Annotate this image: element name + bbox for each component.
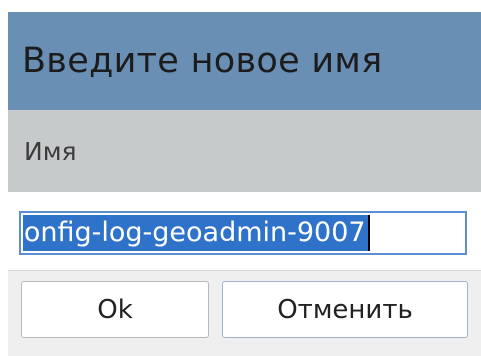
name-field-label: Имя: [24, 136, 77, 166]
cancel-button[interactable]: Отменить: [222, 281, 468, 338]
name-input-content: config-log-geoadmin-9007: [23, 215, 370, 251]
name-input-selected-text: config-log-geoadmin-9007: [23, 215, 368, 251]
rename-dialog: Введите новое имя Имя config-log-geoadmi…: [8, 12, 481, 356]
button-row: Ok Отменить: [8, 271, 481, 356]
dialog-titlebar: Введите новое имя: [8, 12, 481, 110]
dialog-title: Введите новое имя: [22, 41, 383, 81]
text-caret: [367, 215, 370, 251]
input-row: config-log-geoadmin-9007: [8, 192, 481, 270]
name-input[interactable]: config-log-geoadmin-9007: [19, 211, 467, 255]
field-label-row: Имя: [8, 110, 481, 192]
ok-button[interactable]: Ok: [21, 281, 209, 338]
